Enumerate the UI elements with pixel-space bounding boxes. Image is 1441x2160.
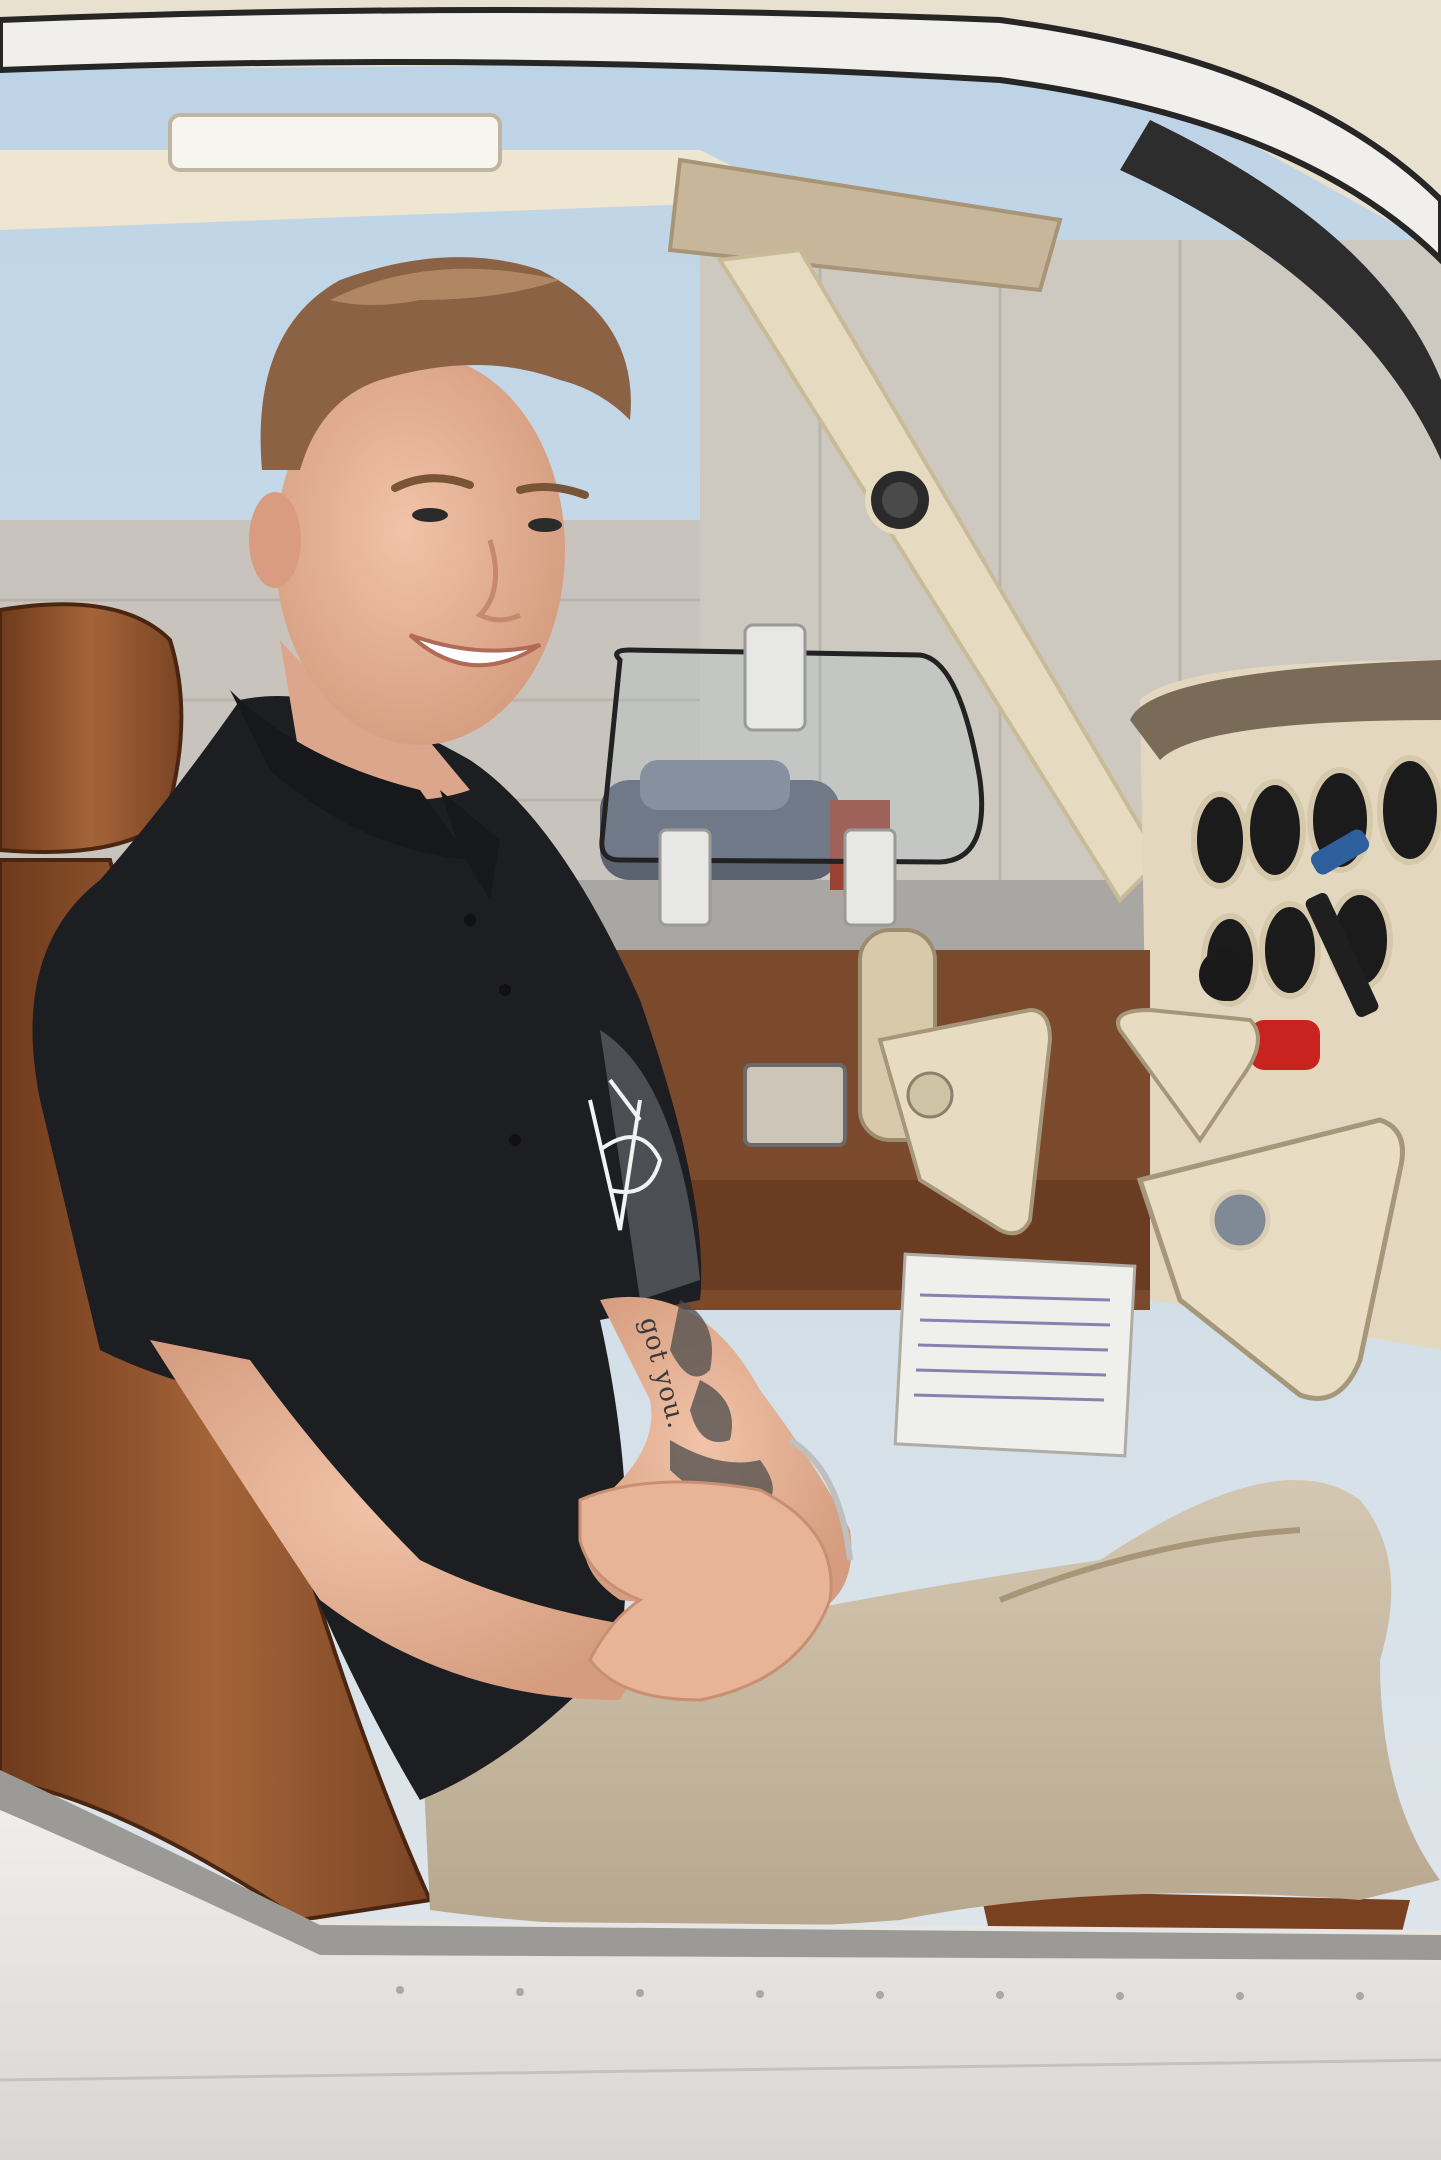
compass-face	[882, 482, 918, 518]
red-mixture-knob	[1250, 1020, 1320, 1070]
window-latch-left	[658, 828, 712, 927]
door-handle	[743, 1063, 847, 1147]
ear	[249, 492, 301, 588]
dome-light	[168, 113, 502, 172]
black-knob	[1199, 949, 1251, 1001]
window-latch-top	[743, 623, 807, 732]
window-latch-right	[843, 828, 897, 927]
photo-illustration: got you.	[0, 0, 1441, 2160]
yoke-emblem	[1209, 1189, 1271, 1251]
seat-headrest	[0, 602, 184, 854]
checklist-card	[893, 1252, 1137, 1458]
photo-scene: got you.	[0, 0, 1441, 2160]
